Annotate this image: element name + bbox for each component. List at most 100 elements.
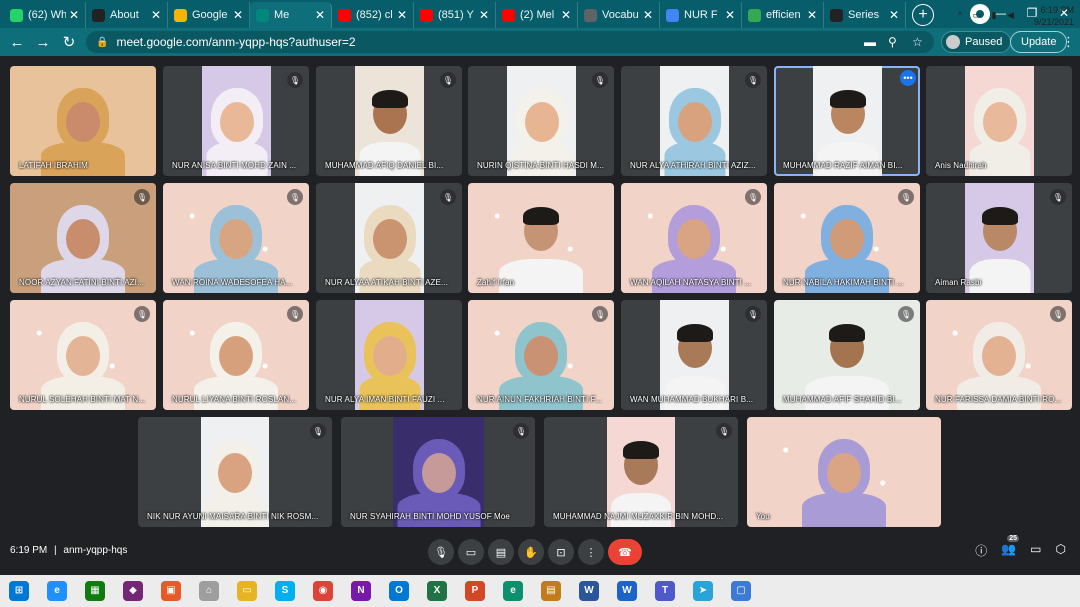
taskbar-button[interactable]: e	[496, 577, 530, 605]
participant-tile[interactable]: LATIFAH IBRAHIM	[10, 66, 156, 176]
new-tab-icon[interactable]: +	[912, 4, 934, 26]
close-tab-icon[interactable]: ✕	[725, 8, 735, 22]
taskbar-button[interactable]: T	[648, 577, 682, 605]
taskbar-button[interactable]: ◆	[116, 577, 150, 605]
participant-video	[355, 300, 424, 410]
taskbar-button[interactable]: P	[458, 577, 492, 605]
participant-tile[interactable]: Aiman Rasbi 🎙	[926, 183, 1072, 293]
participant-body	[359, 376, 420, 410]
leave-call-button[interactable]: ☎	[608, 539, 642, 565]
participant-tile[interactable]: NUR AINUN FAKHRIAH BINTI F... 🎙	[468, 300, 614, 410]
browser-tab[interactable]: (852) cl ✕	[332, 2, 414, 28]
browser-tab[interactable]: efficien ✕	[742, 2, 824, 28]
participant-tile[interactable]: MUHAMMAD AFIQ DANIEL BI... 🎙	[316, 66, 462, 176]
close-tab-icon[interactable]: ✕	[151, 8, 161, 22]
dark-tab-icon	[830, 8, 843, 22]
youtube-icon	[420, 8, 433, 22]
participant-tile[interactable]: MUHAMMAD RAZIF AIMAN BI... •••	[774, 66, 920, 176]
participant-tile[interactable]: Zahif Irfan	[468, 183, 614, 293]
more-options-button[interactable]: ⋮	[578, 539, 604, 565]
taskbar-button[interactable]: ◉	[306, 577, 340, 605]
taskbar-button[interactable]: ⊞	[2, 577, 36, 605]
taskbar-button[interactable]: ▦	[78, 577, 112, 605]
browser-tab[interactable]: NUR F ✕	[660, 2, 742, 28]
tile-options-button[interactable]: •••	[900, 70, 916, 86]
taskbar-button[interactable]: ➤	[686, 577, 720, 605]
participant-tile[interactable]: You	[747, 417, 941, 527]
address-bar[interactable]: 🔒 meet.google.com/anm-yqpp-hqs?authuser=…	[86, 31, 934, 53]
close-tab-icon[interactable]: ✕	[643, 8, 653, 22]
participant-tile[interactable]: NUR ALYAA ATIKAH BINTI AZE... 🎙	[316, 183, 462, 293]
people-icon[interactable]: 👥 25	[1001, 535, 1020, 559]
participant-tile[interactable]: NURUL SOLEHAH BINTI MAT N... 🎙	[10, 300, 156, 410]
close-tab-icon[interactable]: ✕	[479, 8, 489, 22]
close-tab-icon[interactable]: ✕	[889, 8, 899, 22]
taskbar-button[interactable]: ▤	[534, 577, 568, 605]
close-tab-icon[interactable]: ✕	[807, 8, 817, 22]
close-tab-icon[interactable]: ✕	[233, 8, 243, 22]
browser-tab[interactable]: Me ✕	[250, 2, 332, 28]
back-icon[interactable]: ←	[4, 34, 30, 51]
taskbar-button[interactable]: O	[382, 577, 416, 605]
activities-icon[interactable]: ⬡	[1056, 542, 1066, 559]
update-button[interactable]: Update	[1010, 31, 1068, 53]
browser-tab[interactable]: Google ✕	[168, 2, 250, 28]
browser-tab[interactable]: Series ✕	[824, 2, 906, 28]
chat-icon[interactable]: ▭	[1030, 542, 1041, 559]
taskbar-button[interactable]: ▢	[724, 577, 758, 605]
close-tab-icon[interactable]: ✕	[315, 8, 325, 22]
meeting-details-icon[interactable]: ⓘ	[975, 542, 987, 559]
zoom-search-icon[interactable]: ⚲	[888, 35, 897, 49]
participant-tile[interactable]: NUR ALYA ATHIRAH BINTI AZIZ... 🎙	[621, 66, 767, 176]
profile-paused-button[interactable]: Paused	[941, 31, 1012, 53]
close-tab-icon[interactable]: ✕	[397, 8, 407, 22]
camera-toggle-button[interactable]: ▭	[458, 539, 484, 565]
system-tray-icons[interactable]: ^ ▭ ▮ ◀	[958, 10, 1018, 21]
participant-tile[interactable]: MUHAMMAD AFIF SHAHID BI... 🎙	[774, 300, 920, 410]
participant-tile[interactable]: NUR SYAHIRAH BINTI MOHD YUSOF Moe 🎙	[341, 417, 535, 527]
microphone-toggle-button[interactable]: 🎙	[428, 539, 454, 565]
chrome-icon: ◉	[313, 581, 333, 601]
taskbar-button[interactable]: N	[344, 577, 378, 605]
participant-tile[interactable]: NURIN QISTINA BINTI HASDI M... 🎙	[468, 66, 614, 176]
browser-tab[interactable]: (62) Wh ✕	[4, 2, 86, 28]
taskbar-button[interactable]: e	[40, 577, 74, 605]
participant-video	[393, 417, 484, 527]
participant-name: NUR FARISSA DAMIA BINTI RO...	[935, 395, 1062, 404]
participant-tile[interactable]: NUR FARISSA DAMIA BINTI RO... 🎙	[926, 300, 1072, 410]
browser-tab[interactable]: Vocabu ✕	[578, 2, 660, 28]
taskbar-button[interactable]: ▣	[154, 577, 188, 605]
forward-icon[interactable]: →	[30, 34, 56, 51]
captions-button[interactable]: ▤	[488, 539, 514, 565]
close-tab-icon[interactable]: ✕	[561, 8, 571, 22]
close-tab-icon[interactable]: ✕	[69, 8, 79, 22]
participant-tile[interactable]: MUHAMMAD NAJMI MUZAKKIR BIN MOHD... 🎙	[544, 417, 738, 527]
reload-icon[interactable]: ↻	[56, 33, 82, 51]
browser-tab[interactable]: (851) Y ✕	[414, 2, 496, 28]
camera-indicator-icon[interactable]: ▬	[864, 35, 876, 49]
participant-tile[interactable]: WAN AQILAH NATASYA BINTI ... 🎙	[621, 183, 767, 293]
bookmark-star-icon[interactable]: ☆	[912, 35, 923, 49]
lock-icon[interactable]: 🔒	[96, 37, 108, 48]
taskbar-button[interactable]: S	[268, 577, 302, 605]
taskbar-button[interactable]: ⌂	[192, 577, 226, 605]
taskbar-button[interactable]: ▭	[230, 577, 264, 605]
system-clock[interactable]: 6:19 PM 9/21/2021	[1034, 4, 1074, 28]
participant-tile[interactable]: NIK NUR AYUNI MAISARA BINTI NIK ROSM... 🎙	[138, 417, 332, 527]
browser-menu-icon[interactable]: ⋮	[1062, 34, 1075, 50]
participant-tile[interactable]: WAN ROINA WADESOFEA HA... 🎙	[163, 183, 309, 293]
browser-tab[interactable]: About ✕	[86, 2, 168, 28]
raise-hand-button[interactable]: ✋	[518, 539, 544, 565]
browser-tab[interactable]: (2) Mel ✕	[496, 2, 578, 28]
participant-tile[interactable]: NUR ALYA IMAN BINTI FAUZI ...	[316, 300, 462, 410]
taskbar-button[interactable]: W	[572, 577, 606, 605]
participant-tile[interactable]: WAN MUHAMMAD BUKHARI B... 🎙	[621, 300, 767, 410]
present-screen-button[interactable]: ⊡	[548, 539, 574, 565]
participant-tile[interactable]: NURUL LIYANA BINTI ROSLAN... 🎙	[163, 300, 309, 410]
taskbar-button[interactable]: W	[610, 577, 644, 605]
participant-tile[interactable]: NUR NABILA HAKIMAH BINTI ... 🎙	[774, 183, 920, 293]
taskbar-button[interactable]: X	[420, 577, 454, 605]
participant-tile[interactable]: NUR ANISA BINTI MOHD ZAIN ... 🎙	[163, 66, 309, 176]
participant-tile[interactable]: NOOR AZYAN FATINI BINTI AZI... 🎙	[10, 183, 156, 293]
participant-tile[interactable]: Anis Nadhirah	[926, 66, 1072, 176]
